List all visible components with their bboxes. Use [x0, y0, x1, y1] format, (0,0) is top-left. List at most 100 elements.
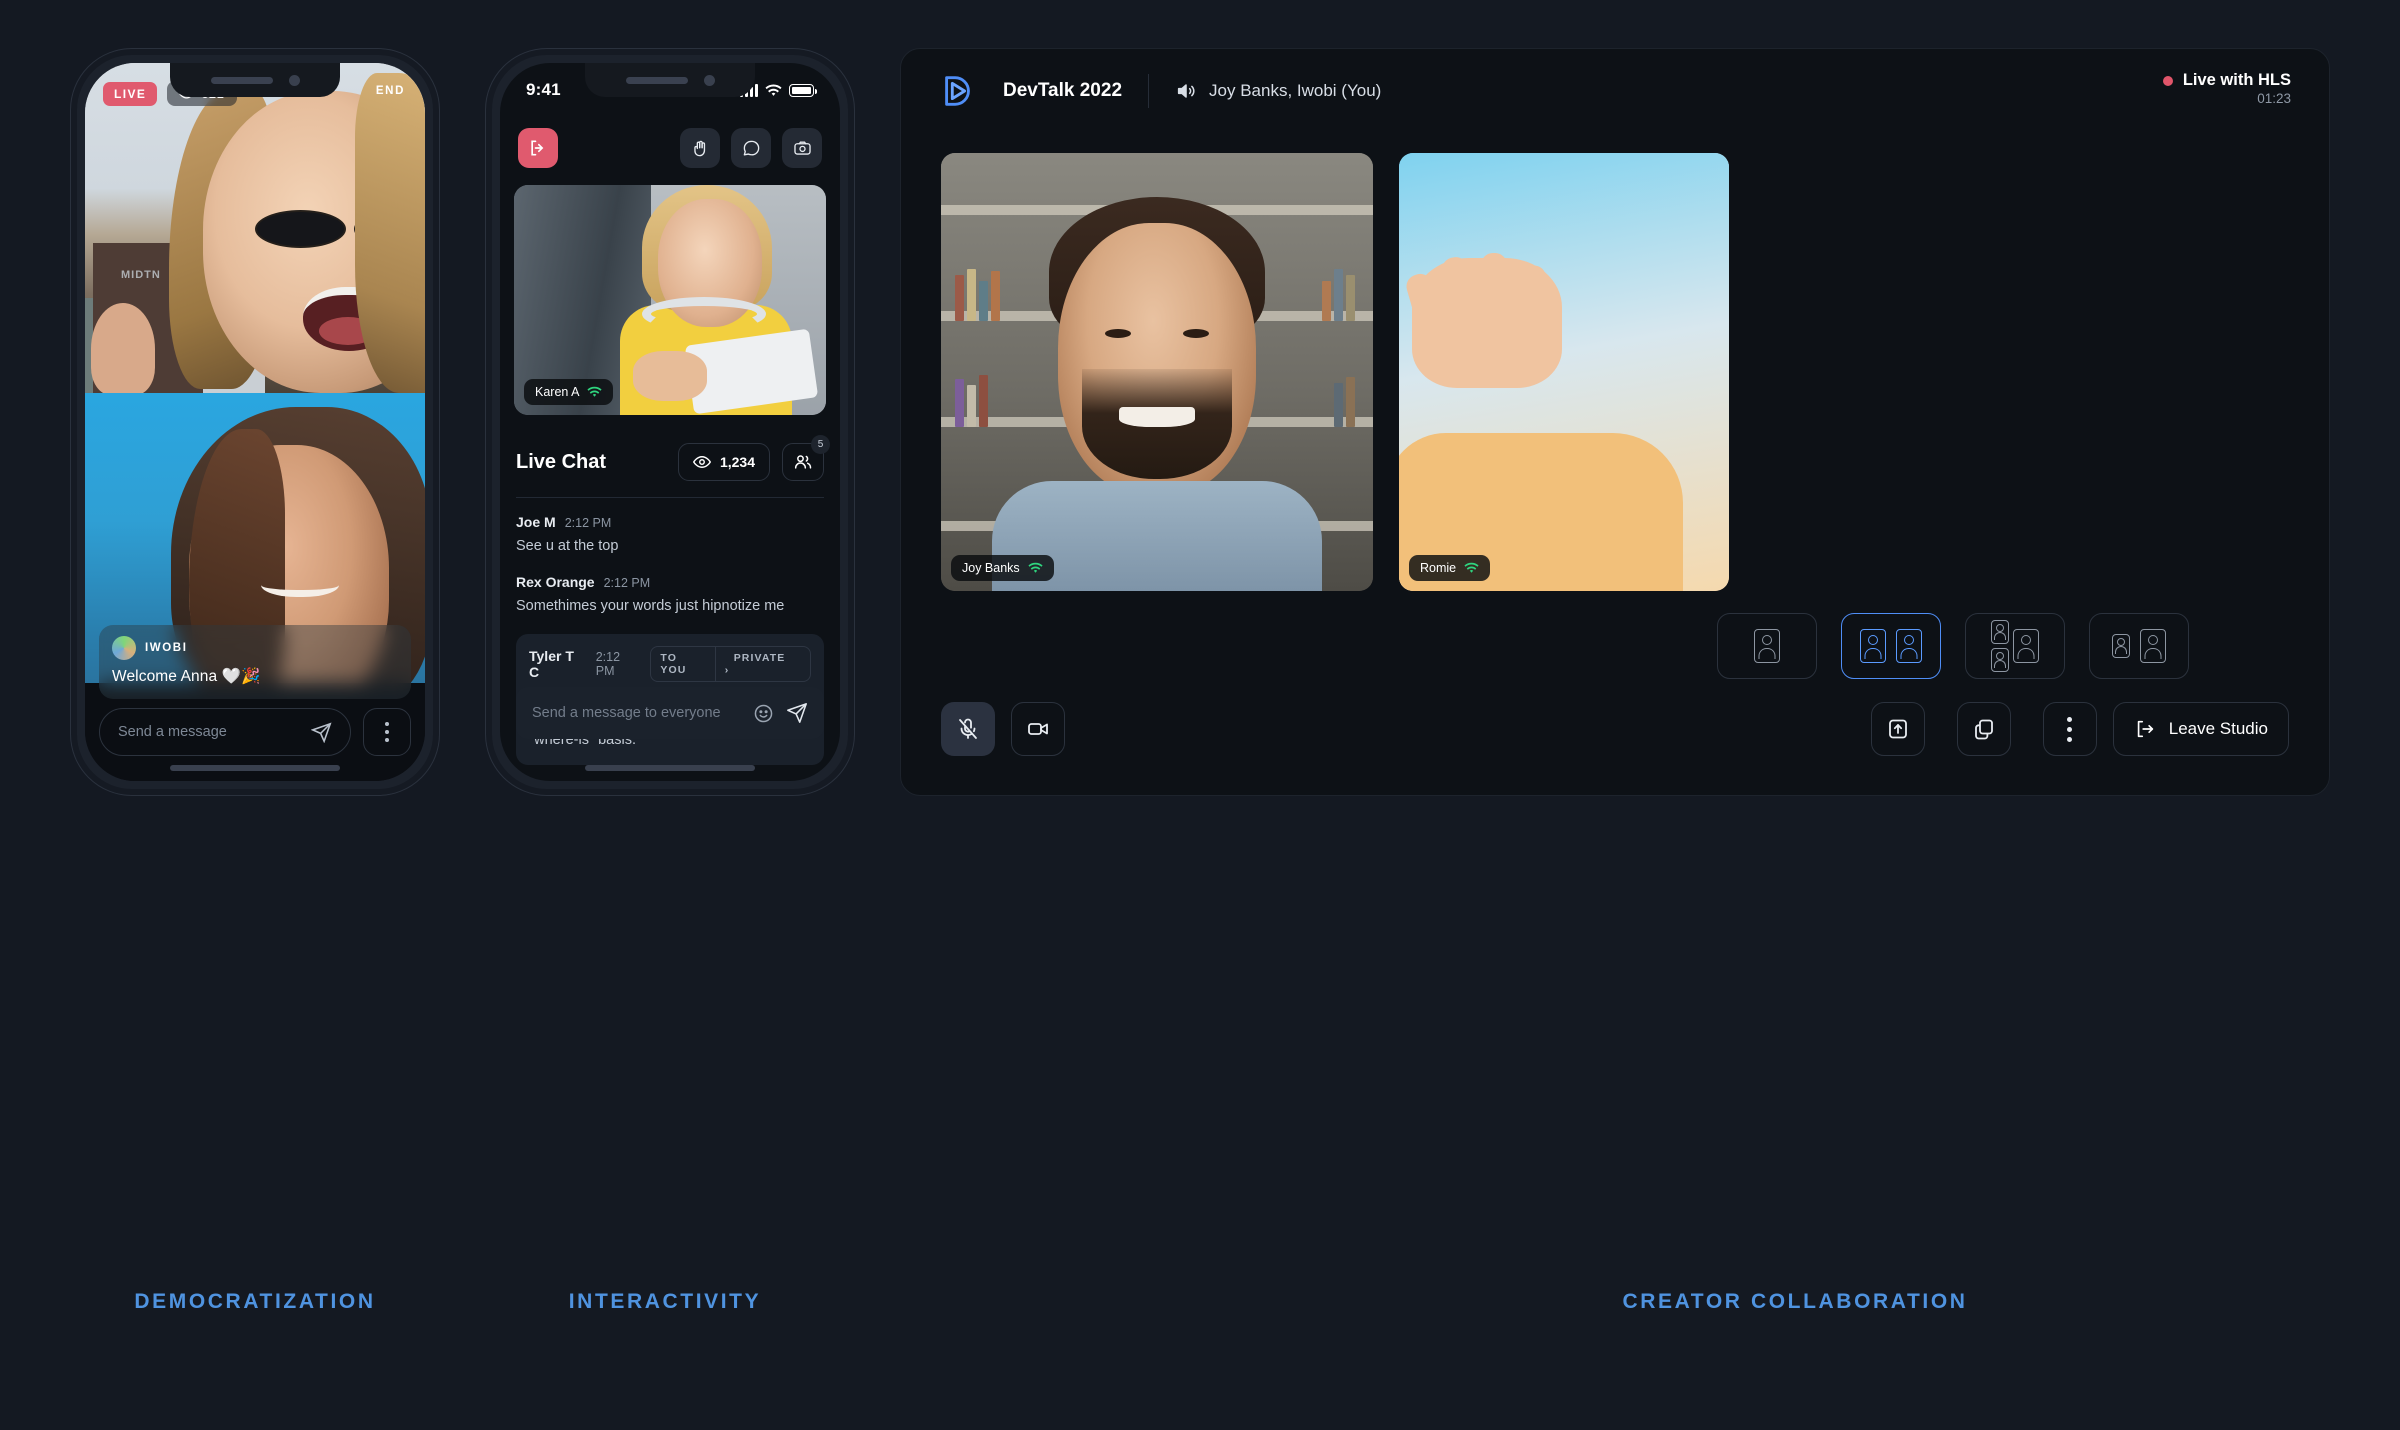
person-card-icon [2112, 634, 2130, 658]
more-options-button[interactable] [363, 708, 411, 756]
speaker-video-tile[interactable]: Karen A [514, 185, 826, 415]
wifi-icon [1464, 562, 1479, 573]
participants-button[interactable]: 5 [782, 435, 830, 481]
emoji-icon[interactable] [753, 703, 774, 724]
phone-1-notch [170, 63, 340, 97]
more-options-button[interactable] [2042, 702, 2097, 756]
more-vertical-icon [385, 722, 389, 742]
wifi-icon [1028, 562, 1043, 573]
battery-icon [789, 83, 817, 97]
video-tile-main[interactable]: Joy Banks [941, 153, 1373, 591]
participant-name: Romie [1420, 561, 1457, 575]
copy-button[interactable] [1956, 702, 2011, 756]
flip-camera-icon [793, 140, 811, 155]
hand-icon [693, 140, 705, 156]
participant-name-chip: Joy Banks [951, 555, 1054, 581]
search-input[interactable]: Send a message [99, 708, 351, 756]
caption-author-row: IWOBI [112, 636, 398, 660]
leave-icon [531, 140, 544, 156]
participants-count-badge: 5 [811, 435, 830, 454]
share-screen-button[interactable] [1870, 702, 1925, 756]
phone-2-frame: 9:41 Karen A Live Chat 1,234 5 Joe M 2:1… [485, 48, 855, 796]
front-camera [703, 74, 715, 86]
live-badge: LIVE [103, 81, 158, 106]
message-author: Tyler T C [529, 648, 574, 681]
phone-2-toolbar-actions [680, 128, 822, 168]
live-status-group: Live with HLS 01:23 [2162, 71, 2291, 108]
live-with-hls-badge: Live with HLS [2162, 71, 2291, 90]
person-card-icon [2013, 629, 2039, 663]
desktop-control-bar-right: Leave Studio [1870, 702, 2289, 756]
speaker-grille [625, 76, 688, 84]
people-icon [794, 455, 812, 469]
message-input-placeholder: Send a message to everyone [532, 705, 721, 721]
divider [1148, 74, 1150, 108]
end-broadcast-button[interactable]: END [376, 85, 405, 97]
raise-hand-button[interactable] [680, 128, 720, 168]
private-message-badge[interactable]: TO YOU PRIVATE › [650, 646, 811, 683]
participants-names: Joy Banks, Iwobi (You) [1209, 81, 1382, 100]
live-chat-header-actions: 1,234 5 [677, 435, 830, 481]
leave-studio-button[interactable]: Leave Studio [2112, 702, 2289, 756]
participants-summary: Joy Banks, Iwobi (You) [1175, 80, 1381, 102]
message-time: 2:12 PM [603, 576, 651, 591]
leave-button[interactable] [518, 128, 558, 168]
message-time: 2:12 PM [564, 516, 612, 530]
mic-toggle-button[interactable] [941, 702, 995, 756]
video-building-sign: MIDTN [121, 269, 161, 281]
headphones-icon [641, 297, 766, 331]
list-item[interactable]: Joe M 2:12 PM See u at the top [516, 514, 824, 557]
mic-muted-icon [959, 718, 977, 739]
camera-toggle-button[interactable] [1011, 702, 1065, 756]
message-header: Tyler T C 2:12 PM TO YOU PRIVATE › [529, 646, 811, 683]
participant-name-chip: Romie [1409, 555, 1491, 581]
list-item[interactable]: Rex Orange 2:12 PM Somethimes your words… [516, 574, 824, 617]
video-tile-secondary[interactable]: Romie [1399, 153, 1729, 591]
speaker-icon [1177, 84, 1195, 98]
message-header: Rex Orange 2:12 PM [516, 574, 824, 590]
wifi-icon [587, 386, 603, 397]
badge-to-you: TO YOU [660, 652, 687, 677]
phone-2-composer[interactable]: Send a message to everyone [516, 687, 824, 739]
video-person-hands [632, 350, 708, 402]
caption-interactivity: INTERACTIVITY [568, 1290, 762, 1313]
live-label: Live with HLS [2182, 71, 2291, 89]
message-time: 2:12 PM [595, 650, 621, 679]
message-header: Joe M 2:12 PM [516, 514, 824, 530]
live-dot-icon [2162, 75, 2173, 86]
desktop-control-bar: Leave Studio [901, 663, 2329, 795]
video-stage: Joy Banks Romie [941, 153, 2329, 591]
send-icon[interactable] [311, 721, 332, 743]
caption-author-name: IWOBI [145, 642, 188, 654]
video-hand [91, 303, 155, 393]
video-hair-right [355, 73, 425, 393]
wifi-icon [765, 84, 782, 96]
caption-text: Welcome Anna 🤍🎉 [112, 668, 261, 685]
flip-camera-button[interactable] [782, 128, 822, 168]
chat-button[interactable] [731, 128, 771, 168]
message-author: Rex Orange [516, 574, 595, 591]
message-input-placeholder: Send a message [118, 724, 227, 740]
message-text: See u at the top [516, 538, 619, 554]
desktop-studio-window: DevTalk 2022 Joy Banks, Iwobi (You) Live… [900, 48, 2330, 796]
phone-2-notch [585, 63, 755, 97]
status-time: 9:41 [526, 80, 561, 99]
live-chat-panel: Live Chat 1,234 5 Joe M 2:12 PM See u at… [500, 429, 840, 766]
person-finger-3 [1481, 253, 1507, 363]
send-icon[interactable] [786, 702, 808, 724]
desktop-header: DevTalk 2022 Joy Banks, Iwobi (You) Live… [901, 49, 2329, 133]
eye-icon [692, 456, 711, 468]
broadcaster-video-tile[interactable]: MIDTN LIVE 621 [85, 63, 425, 393]
guest-video-tile[interactable]: IWOBI Welcome Anna 🤍🎉 [85, 393, 425, 713]
home-indicator [170, 765, 340, 771]
live-chat-title: Live Chat [516, 450, 607, 473]
more-vertical-icon [2067, 716, 2073, 742]
message-text: Somethimes your words just hipnotize me [516, 598, 785, 615]
copy-icon [1974, 719, 1993, 740]
participant-name-chip: Karen A [524, 379, 614, 405]
poster-canvas: MIDTN LIVE 621 [0, 0, 2400, 1430]
guest-smile [261, 571, 339, 597]
viewer-count-button[interactable]: 1,234 [677, 443, 770, 481]
leave-studio-label: Leave Studio [2168, 719, 2268, 738]
leave-icon [2137, 720, 2153, 738]
